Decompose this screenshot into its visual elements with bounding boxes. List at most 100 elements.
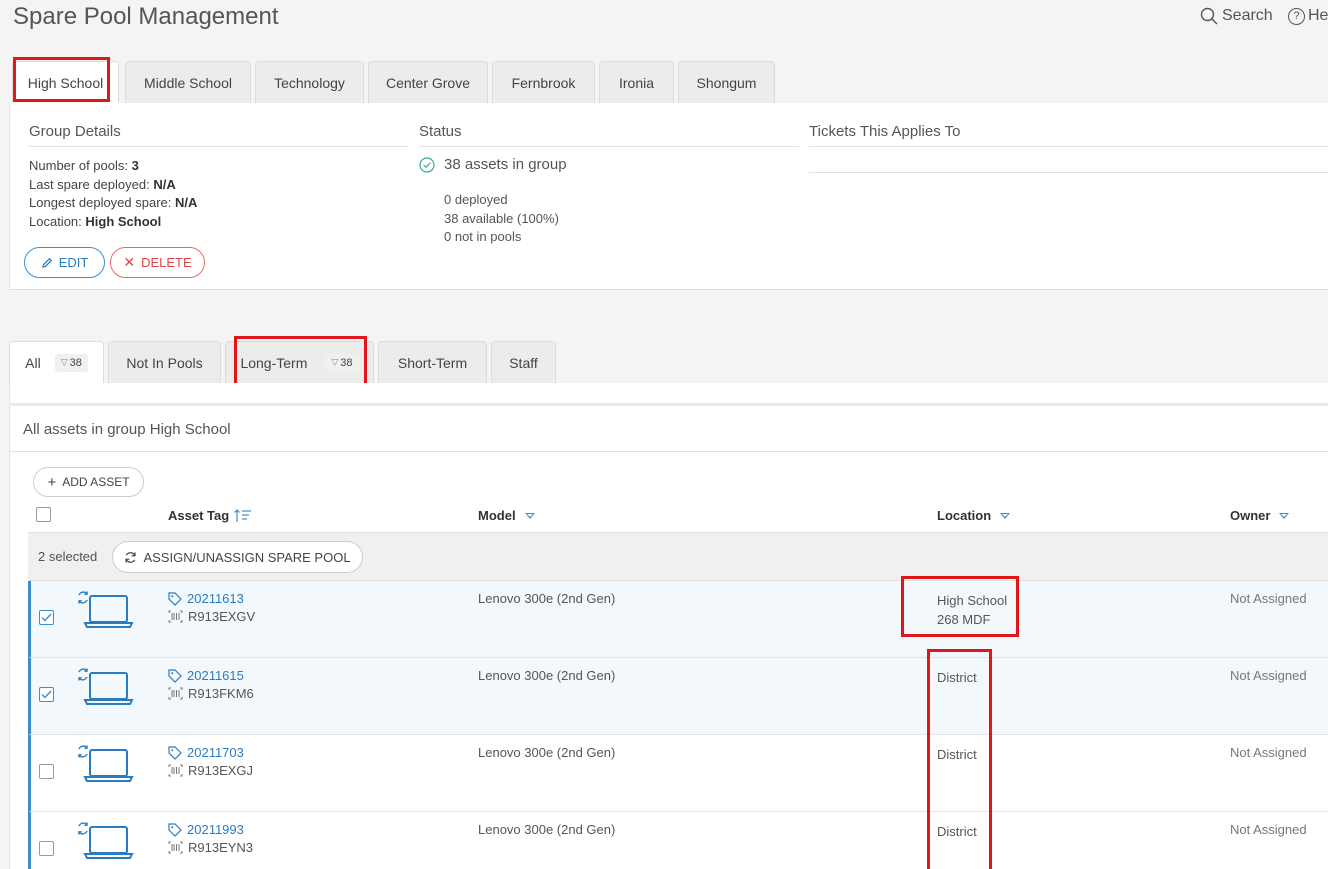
location-cell: District bbox=[937, 668, 977, 687]
serial-number: R913EXGV bbox=[168, 609, 255, 624]
location-cell: District bbox=[937, 822, 977, 841]
serial-text: R913EXGV bbox=[188, 609, 256, 624]
divider bbox=[29, 146, 409, 147]
plus-icon: + bbox=[47, 473, 57, 491]
tab-label: Center Grove bbox=[385, 74, 471, 91]
column-model[interactable]: Model bbox=[478, 508, 535, 523]
select-all-checkbox[interactable] bbox=[36, 507, 51, 522]
tab-label: Short-Term bbox=[397, 354, 468, 371]
column-owner[interactable]: Owner bbox=[1230, 508, 1290, 523]
serial-text: R913FKM6 bbox=[188, 686, 254, 701]
pools-value: 3 bbox=[131, 158, 139, 173]
tab-ironia[interactable]: Ironia bbox=[599, 61, 674, 103]
add-asset-label: ADD ASSET bbox=[62, 475, 130, 489]
refresh-icon bbox=[125, 551, 137, 563]
spare-laptop-icon bbox=[75, 668, 137, 711]
table-row[interactable]: 20211703 R913EXGJ Lenovo 300e (2nd Gen) Dis… bbox=[28, 735, 1328, 812]
location-label: Location: bbox=[29, 213, 82, 229]
count-badge: ▽ 38 bbox=[54, 353, 88, 372]
tab-label: Staff bbox=[509, 354, 538, 371]
search-button[interactable]: Search bbox=[1200, 7, 1273, 25]
table-row[interactable]: 20211993 R913EYN3 Lenovo 300e (2nd Gen) Dis… bbox=[28, 812, 1328, 869]
tab-not-in-pools[interactable]: Not In Pools bbox=[108, 341, 221, 383]
divider bbox=[9, 451, 1328, 452]
column-asset-tag[interactable]: Asset Tag bbox=[168, 508, 252, 523]
add-asset-button[interactable]: + ADD ASSET bbox=[33, 467, 144, 497]
assign-label: ASSIGN/UNASSIGN SPARE POOL bbox=[143, 549, 351, 565]
search-label: Search bbox=[1222, 7, 1273, 24]
not-in-pools-count: 0 not in pools bbox=[444, 229, 522, 244]
delete-label: DELETE bbox=[141, 255, 192, 270]
filter-icon: ▽ bbox=[331, 357, 339, 367]
row-checkbox[interactable] bbox=[39, 841, 54, 856]
pencil-icon bbox=[41, 257, 52, 268]
page-title: Spare Pool Management bbox=[13, 3, 279, 30]
filter-icon: ▽ bbox=[60, 357, 68, 367]
assign-spare-pool-button[interactable]: ASSIGN/UNASSIGN SPARE POOL bbox=[112, 541, 363, 573]
longest-label: Longest deployed spare: bbox=[29, 195, 172, 210]
count-badge: ▽ 38 bbox=[325, 353, 359, 372]
tab-fernbrook[interactable]: Fernbrook bbox=[492, 61, 595, 103]
help-icon: ? bbox=[1288, 7, 1305, 25]
asset-tag-link[interactable]: 20211993 bbox=[168, 822, 253, 837]
row-checkbox[interactable] bbox=[39, 610, 54, 625]
asset-tag-link[interactable]: 20211613 bbox=[168, 591, 255, 606]
tab-shongum[interactable]: Shongum bbox=[678, 61, 775, 103]
assets-subtitle: All assets in group High School bbox=[23, 421, 231, 438]
count-badge-label: 38 bbox=[340, 356, 353, 369]
serial-number: R913EYN3 bbox=[168, 840, 253, 855]
tab-short-term[interactable]: Short-Term bbox=[378, 341, 487, 383]
table-row[interactable]: 20211615 R913FKM6 Lenovo 300e (2nd Gen) Dis… bbox=[28, 658, 1328, 735]
divider bbox=[809, 146, 1328, 147]
tab-technology[interactable]: Technology bbox=[255, 61, 364, 103]
serial-number: R913EXGJ bbox=[168, 763, 253, 778]
group-details-panel bbox=[9, 103, 1328, 290]
row-checkbox[interactable] bbox=[39, 687, 54, 702]
owner-cell: Not Assigned bbox=[1230, 668, 1307, 683]
chevron-down-icon bbox=[1279, 512, 1290, 519]
tab-staff[interactable]: Staff bbox=[491, 341, 556, 383]
tab-high-school[interactable]: High School bbox=[12, 61, 119, 104]
row-checkbox[interactable] bbox=[39, 764, 54, 779]
help-button[interactable]: ? He bbox=[1288, 7, 1328, 25]
chevron-down-icon bbox=[524, 512, 535, 519]
asset-tag-text: 20211703 bbox=[187, 745, 244, 760]
delete-button[interactable]: ✕ DELETE bbox=[110, 247, 205, 278]
tab-middle-school[interactable]: Middle School bbox=[125, 61, 251, 103]
edit-label: EDIT bbox=[58, 255, 89, 270]
tag-icon bbox=[168, 668, 182, 683]
check-icon bbox=[41, 610, 52, 625]
edit-button[interactable]: EDIT bbox=[24, 247, 105, 278]
location-cell: District bbox=[937, 745, 977, 764]
sort-ascending-icon bbox=[234, 508, 252, 522]
asset-tag-link[interactable]: 20211703 bbox=[168, 745, 253, 760]
asset-tag-text: 20211613 bbox=[187, 591, 244, 606]
selected-count: 2 selected bbox=[38, 549, 98, 564]
tab-center-grove[interactable]: Center Grove bbox=[368, 61, 488, 103]
model-cell: Lenovo 300e (2nd Gen) bbox=[478, 745, 616, 760]
available-count: 38 available (100%) bbox=[444, 210, 559, 226]
tickets-heading: Tickets This Applies To bbox=[809, 123, 961, 140]
column-location[interactable]: Location bbox=[937, 508, 1011, 523]
asset-tag-link[interactable]: 20211615 bbox=[168, 668, 254, 683]
tab-all[interactable]: All ▽ 38 bbox=[9, 341, 104, 383]
last-deployed-label: Last spare deployed: bbox=[29, 176, 150, 192]
deployed-count: 0 deployed bbox=[444, 192, 508, 207]
model-cell: Lenovo 300e (2nd Gen) bbox=[478, 591, 616, 606]
close-icon: ✕ bbox=[123, 254, 136, 270]
chevron-down-icon bbox=[1000, 512, 1011, 519]
tab-long-term[interactable]: Long-Term ▽ 38 bbox=[225, 341, 374, 383]
column-label: Owner bbox=[1230, 508, 1271, 523]
check-circle-icon bbox=[419, 156, 435, 173]
check-icon bbox=[41, 687, 52, 702]
status-list: 0 deployed 38 available (100%) 0 not in … bbox=[444, 191, 559, 247]
room-text: 268 MDF bbox=[937, 612, 991, 627]
tag-icon bbox=[168, 822, 182, 837]
table-row[interactable]: 20211613 R913EXGV Lenovo 300e (2nd Gen) Hig… bbox=[28, 581, 1328, 658]
column-label: Model bbox=[478, 508, 516, 523]
barcode-icon bbox=[168, 764, 183, 777]
tab-label: Long-Term bbox=[240, 354, 308, 371]
search-icon bbox=[1200, 7, 1218, 25]
tag-icon bbox=[168, 591, 182, 606]
asset-tag-text: 20211615 bbox=[187, 668, 244, 683]
